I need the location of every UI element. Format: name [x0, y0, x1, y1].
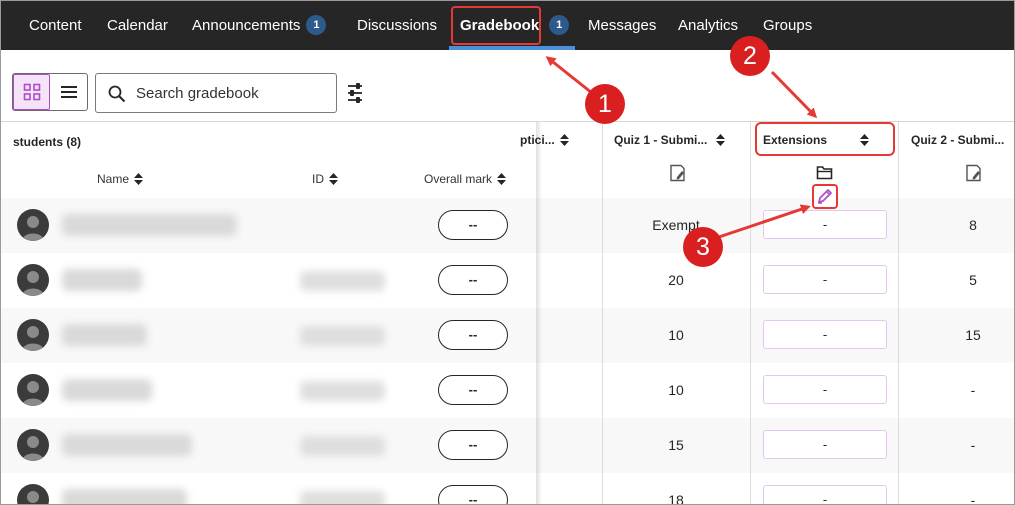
grade-cell[interactable]: 18 — [602, 492, 750, 505]
annotation-callout: 3 — [683, 227, 723, 267]
grade-cell[interactable]: 15 — [602, 437, 750, 453]
grade-cell[interactable]: - — [898, 382, 1015, 398]
grade-cell[interactable]: 5 — [898, 272, 1015, 288]
folder-icon — [816, 166, 833, 180]
view-toggle — [12, 73, 88, 111]
student-id-redacted — [300, 436, 385, 456]
tab-discussions[interactable]: Discussions — [357, 0, 437, 50]
extension-input[interactable]: - — [763, 320, 887, 349]
tab-groups[interactable]: Groups — [763, 0, 812, 50]
student-name-redacted[interactable] — [62, 379, 152, 401]
tab-label: Announcements — [192, 17, 301, 34]
grade-cell[interactable]: 10 — [602, 327, 750, 343]
search-icon — [108, 85, 126, 103]
column-header-overall-mark[interactable]: Overall mark — [424, 172, 507, 186]
divider — [750, 122, 751, 505]
column-header-name[interactable]: Name — [97, 172, 144, 186]
overall-mark-pill[interactable]: -- — [438, 375, 508, 405]
tab-messages[interactable]: Messages — [588, 0, 656, 50]
frozen-column-shadow — [536, 122, 542, 505]
column-header-quiz-2[interactable]: Quiz 2 - Submi... — [911, 133, 1004, 147]
avatar — [17, 429, 49, 461]
list-view-button[interactable] — [50, 74, 87, 110]
student-id-redacted — [300, 271, 385, 291]
column-label: Quiz 2 - Submi... — [911, 133, 1005, 147]
student-name-redacted[interactable] — [62, 489, 187, 505]
filter-settings-icon — [348, 83, 362, 103]
student-id-redacted — [300, 326, 385, 346]
avatar — [17, 209, 49, 241]
search-box — [95, 73, 337, 113]
list-view-icon — [60, 86, 77, 98]
column-header-quiz-1[interactable]: Quiz 1 - Submi... — [614, 133, 726, 147]
grade-cell[interactable]: Exempt — [602, 217, 750, 233]
grade-cell[interactable]: - — [898, 492, 1015, 505]
grade-cell[interactable]: 8 — [898, 217, 1015, 233]
tab-label: Analytics — [678, 17, 739, 34]
annotation-highlight — [812, 184, 838, 209]
extension-input[interactable]: - — [763, 265, 887, 294]
student-id-redacted — [300, 381, 385, 401]
extension-input[interactable]: - — [763, 375, 887, 404]
filter-settings-button[interactable] — [344, 82, 366, 104]
overall-mark-pill[interactable]: -- — [438, 430, 508, 460]
students-count-heading: students (8) — [13, 135, 82, 149]
tab-content[interactable]: Content — [29, 0, 82, 50]
overall-mark-pill[interactable]: -- — [438, 265, 508, 295]
annotation-callout: 1 — [585, 84, 625, 124]
tab-calendar[interactable]: Calendar — [107, 0, 168, 50]
extension-input[interactable]: - — [763, 485, 887, 505]
sort-icon — [134, 172, 144, 185]
tab-label: Calendar — [107, 17, 168, 34]
annotation-callout: 2 — [730, 36, 770, 76]
grid-view-icon — [23, 83, 40, 101]
tab-analytics[interactable]: Analytics — [678, 0, 738, 50]
overall-mark-pill[interactable]: -- — [438, 210, 508, 240]
student-name-redacted[interactable] — [62, 434, 192, 456]
column-label: Name — [97, 172, 130, 186]
overall-mark-pill[interactable]: -- — [438, 485, 508, 505]
grade-cell[interactable]: 10 — [602, 382, 750, 398]
grade-cell[interactable]: 20 — [602, 272, 750, 288]
student-id-redacted — [300, 491, 385, 505]
tab-announcements[interactable]: Announcements 1 — [192, 0, 327, 50]
column-label: Quiz 1 - Submi... — [614, 133, 708, 147]
grade-cell[interactable]: 15 — [898, 327, 1015, 343]
sort-icon — [329, 172, 338, 185]
overall-mark-pill[interactable]: -- — [438, 320, 508, 350]
tab-label: Messages — [588, 17, 657, 34]
active-tab-indicator — [449, 46, 575, 50]
column-label: Overall mark — [424, 172, 493, 186]
column-label: ptici... — [520, 133, 555, 147]
tab-label: Content — [29, 17, 82, 34]
extension-input[interactable]: - — [763, 430, 887, 459]
grade-cell[interactable]: - — [898, 437, 1015, 453]
column-label: ID — [312, 172, 324, 186]
assignment-icon — [670, 164, 685, 182]
notification-badge: 1 — [306, 15, 327, 36]
assignment-icon — [966, 164, 981, 182]
tab-label: Groups — [763, 17, 813, 34]
sort-icon — [716, 133, 726, 146]
column-header-id[interactable]: ID — [312, 172, 338, 186]
extension-input[interactable]: - — [763, 210, 887, 239]
sort-icon — [559, 133, 569, 146]
student-name-redacted[interactable] — [62, 324, 147, 346]
tab-label: Discussions — [357, 17, 438, 34]
student-name-redacted[interactable] — [62, 269, 142, 291]
annotation-highlight — [451, 6, 541, 45]
avatar — [17, 374, 49, 406]
annotation-highlight — [755, 122, 895, 156]
grid-view-button[interactable] — [13, 74, 51, 110]
sort-icon — [497, 172, 507, 185]
notification-badge: 1 — [549, 15, 570, 36]
avatar — [17, 319, 49, 351]
column-header-participation[interactable]: ptici... — [520, 133, 588, 147]
avatar — [17, 264, 49, 296]
search-input[interactable] — [136, 75, 326, 111]
student-name-redacted[interactable] — [62, 214, 237, 236]
